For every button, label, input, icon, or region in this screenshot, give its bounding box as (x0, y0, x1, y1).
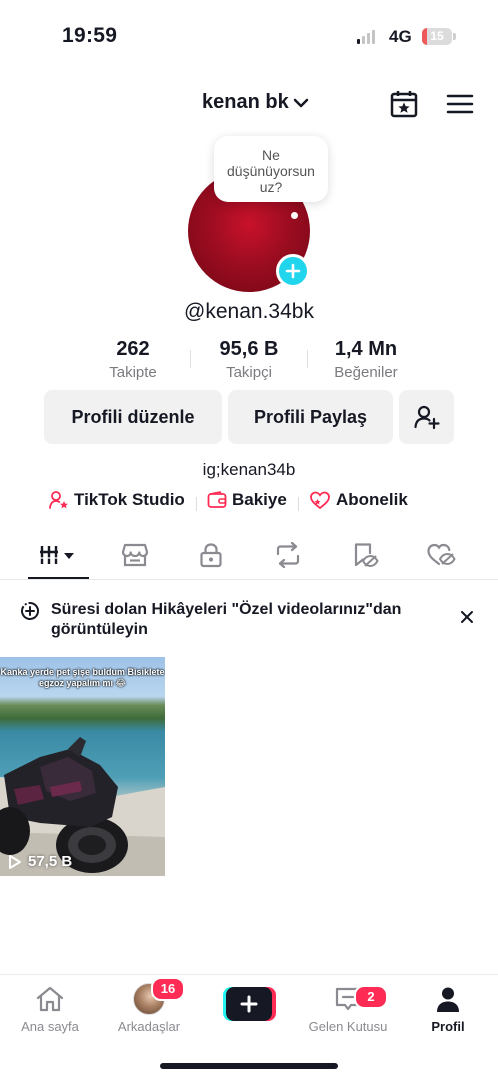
tiktok-studio-link[interactable]: TikTok Studio (49, 490, 185, 510)
nav-label: Profil (431, 1019, 465, 1034)
repost-icon (276, 542, 300, 568)
bookmark-eye-icon (354, 543, 379, 568)
profile-icon (437, 987, 459, 1012)
notice-text: Süresi dolan Hikâyeleri "Özel videoların… (51, 601, 402, 638)
inbox-badge: 2 (354, 985, 388, 1009)
active-tab-indicator (28, 577, 89, 579)
add-friend-button[interactable] (399, 390, 454, 444)
profile-links: TikTok Studio Bakiye Abonelik (0, 490, 498, 516)
video-caption: Kanka yerde pet şişe buldum Bisiklete eg… (0, 667, 165, 688)
add-story-button[interactable] (276, 254, 310, 288)
home-icon (36, 986, 64, 1012)
divider (190, 350, 191, 368)
plus-icon (285, 263, 301, 279)
create-button[interactable] (223, 987, 276, 1021)
plus-icon (240, 995, 258, 1013)
edit-profile-button[interactable]: Profili düzenle (44, 390, 222, 444)
status-time: 19:59 (62, 24, 118, 47)
friends-badge: 16 (151, 977, 185, 1001)
signal-icon (357, 30, 375, 44)
nav-home[interactable]: Ana sayfa (0, 983, 100, 1043)
subscription-link[interactable]: Abonelik (309, 490, 408, 510)
shop-icon (121, 543, 149, 567)
divider (196, 497, 197, 511)
divider (298, 497, 299, 511)
link-label: Abonelik (336, 490, 408, 509)
profile-handle: @kenan.34bk (184, 300, 314, 323)
network-label: 4G (389, 27, 412, 46)
tab-favorites[interactable] (335, 532, 395, 578)
liked-hidden-icon (427, 543, 456, 566)
battery-tip (453, 33, 456, 40)
note-bubble-tail (291, 212, 298, 219)
profile-tabs (0, 532, 498, 580)
expired-stories-notice[interactable]: Süresi dolan Hikâyeleri "Özel videoların… (20, 600, 480, 642)
link-label: Bakiye (232, 490, 287, 509)
tab-shop[interactable] (105, 532, 165, 578)
stat-value: 95,6 B (219, 338, 279, 360)
tab-reposts[interactable] (258, 532, 318, 578)
nav-label: Arkadaşlar (117, 1019, 181, 1034)
video-thumbnail[interactable]: Kanka yerde pet şişe buldum Bisiklete eg… (0, 657, 165, 876)
stat-likes[interactable]: 1,4 Mn Beğeniler (311, 338, 421, 381)
person-star-icon (49, 491, 68, 509)
stat-following[interactable]: 262 Takipte (78, 338, 188, 381)
stat-value: 262 (116, 338, 150, 360)
stat-label: Beğeniler (334, 364, 398, 381)
home-indicator (160, 1063, 338, 1069)
create-button-face (226, 987, 272, 1021)
lock-icon (200, 543, 222, 568)
heart-stars-icon (310, 491, 330, 510)
nav-label: Gelen Kutusu (308, 1019, 388, 1034)
stat-value: 1,4 Mn (334, 338, 398, 360)
account-switcher[interactable]: kenan bk (202, 91, 309, 114)
nav-inbox[interactable]: 2 Gelen Kutusu (298, 983, 398, 1043)
note-bubble[interactable]: Ne düşünüyorsun uz? (214, 136, 328, 202)
status-bar: 19:59 4G 15 (0, 0, 498, 70)
profile-bio: ig;kenan34b (202, 460, 296, 479)
add-person-icon (413, 405, 440, 430)
tab-videos[interactable] (28, 532, 88, 578)
stat-followers[interactable]: 95,6 B Takipçi (194, 338, 304, 381)
tab-liked[interactable] (411, 532, 471, 578)
story-add-icon (21, 602, 39, 620)
divider (307, 350, 308, 368)
stat-label: Takipçi (226, 364, 272, 381)
balance-link[interactable]: Bakiye (207, 490, 287, 510)
stat-label: Takipte (109, 364, 157, 381)
username-label: kenan bk (202, 91, 289, 113)
battery-icon: 15 (422, 28, 452, 45)
nav-label: Ana sayfa (21, 1019, 79, 1034)
close-icon[interactable] (456, 606, 478, 628)
videos-grid-icon (40, 546, 74, 564)
nav-friends[interactable]: 16 Arkadaşlar (99, 977, 199, 1043)
share-profile-button[interactable]: Profili Paylaş (228, 390, 393, 444)
link-label: TikTok Studio (74, 490, 185, 509)
calendar-star-icon[interactable] (388, 88, 420, 120)
profile-header: kenan bk (0, 80, 498, 124)
profile-stats: 262 Takipte 95,6 B Takipçi 1,4 Mn Beğeni… (0, 338, 498, 384)
tab-private[interactable] (181, 532, 241, 578)
nav-profile[interactable]: Profil (398, 983, 498, 1043)
play-icon (9, 854, 21, 869)
chevron-down-icon (293, 98, 308, 107)
view-count: 57,5 B (8, 853, 72, 870)
menu-icon[interactable] (444, 88, 476, 120)
battery-level: 15 (430, 29, 444, 43)
view-count-label: 57,5 B (28, 853, 73, 870)
wallet-icon (207, 491, 227, 508)
